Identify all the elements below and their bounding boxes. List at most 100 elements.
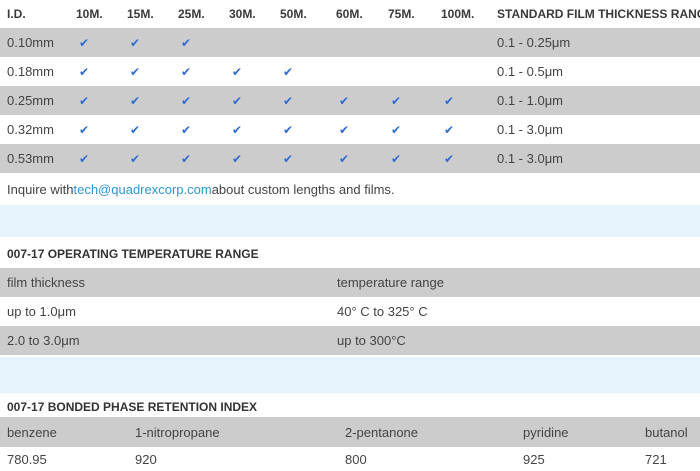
check-cell: ✔ [329,122,381,137]
check-icon: ✔ [79,65,89,79]
email-link[interactable]: tech@quadrexcorp.com [73,182,211,197]
check-cell: ✔ [434,151,490,166]
table-row-053mm: 0.53mm ✔ ✔ ✔ ✔ ✔ ✔ ✔ ✔ 0.1 - 3.0μm [0,144,700,173]
check-cell: ✔ [69,122,120,137]
check-cell: ✔ [273,151,329,166]
spacer [0,237,700,245]
id-cell: 0.10mm [0,35,69,50]
benzene-value-cell: 780.95 [0,452,128,467]
check-cell: ✔ [222,64,273,79]
check-cell: ✔ [69,151,120,166]
check-icon: ✔ [232,152,242,166]
header-cell-film-thickness: film thickness [0,275,330,290]
check-cell: ✔ [381,151,434,166]
check-cell: ✔ [171,93,222,108]
info-band-middle [0,357,700,393]
retention-section-heading: 007-17 BONDED PHASE RETENTION INDEX [0,399,700,414]
inquire-note: Inquire with tech@quadrexcorp.com about … [0,173,700,205]
check-cell: ✔ [381,64,434,79]
check-icon: ✔ [79,123,89,137]
check-icon: ✔ [283,94,293,108]
check-icon: ✔ [79,152,89,166]
header-cell-30m: 30M. [222,7,273,21]
table-row-010mm: 0.10mm ✔ ✔ ✔ ✔ ✔ ✔ ✔ ✔ 0.1 - 0.25μm [0,28,700,57]
check-cell: ✔ [329,64,381,79]
header-cell-temperature-range: temperature range [330,275,700,290]
header-cell-nitropropane: 1-nitropropane [128,425,338,440]
check-cell: ✔ [171,64,222,79]
table-row-018mm: 0.18mm ✔ ✔ ✔ ✔ ✔ ✔ ✔ ✔ 0.1 - 0.5μm [0,57,700,86]
check-cell: ✔ [434,64,490,79]
header-cell-75m: 75M. [381,7,434,21]
check-icon: ✔ [181,152,191,166]
header-cell-film-range: STANDARD FILM THICKNESS RANGE [490,7,700,21]
check-cell: ✔ [120,122,171,137]
table-row-032mm: 0.32mm ✔ ✔ ✔ ✔ ✔ ✔ ✔ ✔ 0.1 - 3.0μm [0,115,700,144]
check-cell: ✔ [329,35,381,50]
check-icon: ✔ [444,123,454,137]
id-cell: 0.53mm [0,151,69,166]
check-icon: ✔ [232,123,242,137]
header-cell-15m: 15M. [120,7,171,21]
check-cell: ✔ [273,35,329,50]
info-band-top [0,205,700,237]
header-cell-100m: 100M. [434,7,490,21]
check-cell: ✔ [434,122,490,137]
check-icon: ✔ [181,65,191,79]
check-cell: ✔ [222,151,273,166]
check-cell: ✔ [222,35,273,50]
check-icon: ✔ [339,152,349,166]
check-icon: ✔ [283,123,293,137]
check-icon: ✔ [339,123,349,137]
check-cell: ✔ [120,64,171,79]
header-cell-25m: 25M. [171,7,222,21]
check-cell: ✔ [69,93,120,108]
header-cell-60m: 60M. [329,7,381,21]
temperature-range-cell: up to 300°C [330,333,700,348]
check-icon: ✔ [444,94,454,108]
check-icon: ✔ [391,94,401,108]
check-icon: ✔ [79,94,89,108]
pentanone-value-cell: 800 [338,452,516,467]
check-icon: ✔ [130,65,140,79]
temperature-header-row: film thickness temperature range [0,268,700,297]
film-range-cell: 0.1 - 3.0μm [490,151,700,166]
id-cell: 0.18mm [0,64,69,79]
check-icon: ✔ [232,94,242,108]
check-cell: ✔ [273,122,329,137]
id-cell: 0.25mm [0,93,69,108]
check-cell: ✔ [120,93,171,108]
check-cell: ✔ [434,93,490,108]
column-availability-table: I.D. 10M. 15M. 25M. 30M. 50M. 60M. 75M. … [0,0,700,173]
check-icon: ✔ [339,94,349,108]
check-icon: ✔ [130,152,140,166]
check-icon: ✔ [283,152,293,166]
temperature-section-heading: 007-17 OPERATING TEMPERATURE RANGE [0,245,700,262]
retention-values-row: 780.95 920 800 925 721 [0,447,700,471]
check-icon: ✔ [181,36,191,50]
check-cell: ✔ [222,122,273,137]
availability-header-row: I.D. 10M. 15M. 25M. 30M. 50M. 60M. 75M. … [0,0,700,28]
check-icon: ✔ [79,36,89,50]
table-row: up to 1.0μm 40° C to 325° C [0,297,700,326]
film-range-cell: 0.1 - 0.25μm [490,35,700,50]
check-icon: ✔ [181,123,191,137]
check-icon: ✔ [181,94,191,108]
check-icon: ✔ [130,36,140,50]
header-cell-benzene: benzene [0,425,128,440]
check-cell: ✔ [171,35,222,50]
retention-index-table: benzene 1-nitropropane 2-pentanone pyrid… [0,417,700,471]
check-cell: ✔ [120,151,171,166]
temperature-range-cell: 40° C to 325° C [330,304,700,319]
check-icon: ✔ [391,152,401,166]
check-cell: ✔ [273,93,329,108]
header-cell-50m: 50M. [273,7,329,21]
check-cell: ✔ [434,35,490,50]
check-cell: ✔ [69,35,120,50]
check-cell: ✔ [171,122,222,137]
header-cell-butanol: butanol [638,425,700,440]
check-cell: ✔ [381,93,434,108]
check-cell: ✔ [381,122,434,137]
table-row-025mm: 0.25mm ✔ ✔ ✔ ✔ ✔ ✔ ✔ ✔ 0.1 - 1.0μm [0,86,700,115]
film-thickness-cell: up to 1.0μm [0,304,330,319]
